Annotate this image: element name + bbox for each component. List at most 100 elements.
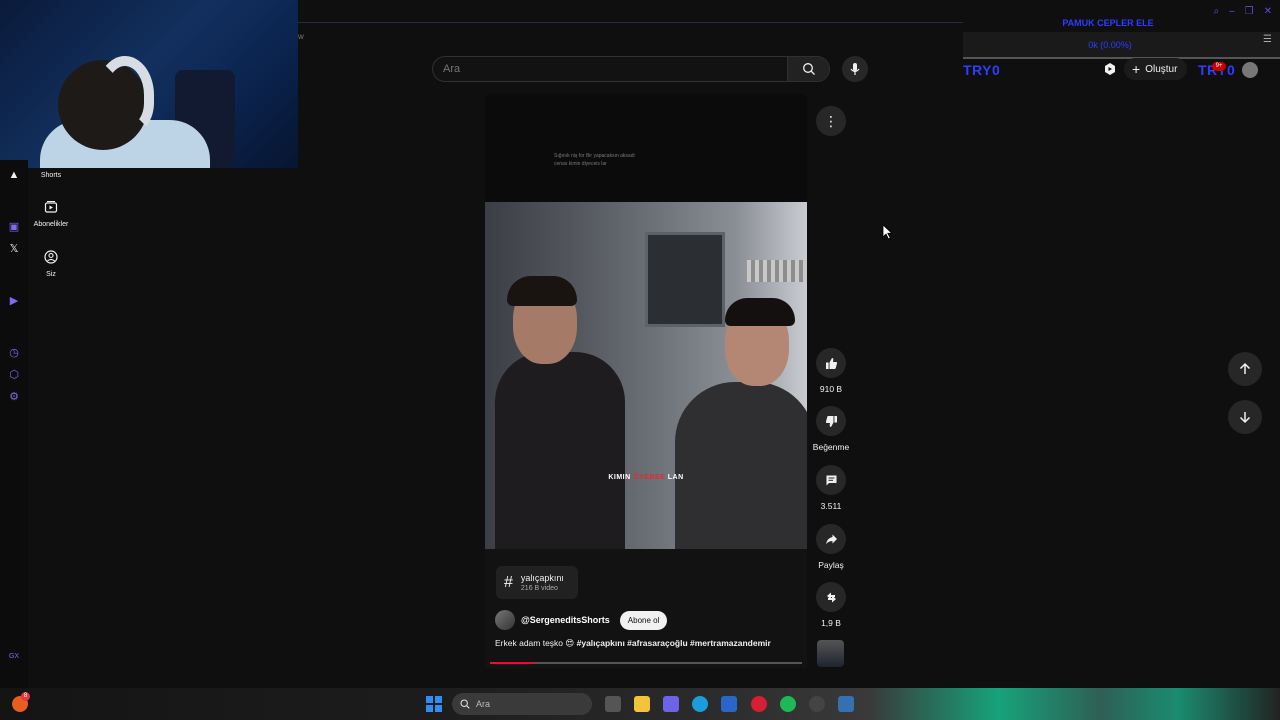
search-button[interactable]	[787, 57, 829, 81]
notification-badge: 9+	[1212, 62, 1226, 71]
screen: w ▲ ▣ 𝕏 ▶ ◷ ⬡ ⚙ GX Shorts Abonelikler Si…	[0, 0, 1280, 720]
create-button-label: Oluştur	[1145, 63, 1178, 75]
file-explorer-icon[interactable]	[634, 696, 650, 712]
overlay-text-post: LAN	[665, 474, 684, 481]
arrow-up-icon	[1239, 362, 1251, 374]
guide-item-label: Siz	[46, 271, 56, 278]
store-icon[interactable]	[721, 696, 737, 712]
guide-item-label: Shorts	[40, 172, 62, 179]
hashtag-video-count: 216 B video	[520, 585, 558, 592]
comment-count: 3.511	[820, 501, 842, 511]
short-player[interactable]: Sığınık niş for Bir yapacaksın aksadi ce…	[485, 94, 807, 668]
copilot-icon[interactable]	[663, 696, 679, 712]
headset-icon	[96, 56, 154, 134]
scene-person-left-hair	[507, 276, 577, 306]
scene-person-left	[495, 352, 625, 549]
subscriptions-icon	[44, 201, 58, 213]
guide-item-you[interactable]: Siz	[28, 250, 74, 278]
sound-thumbnail[interactable]	[817, 640, 844, 667]
create-shorts-icon[interactable]	[1102, 62, 1118, 81]
search-icon[interactable]: ⌕	[1213, 6, 1219, 17]
twitch-icon[interactable]: ▣	[7, 220, 21, 234]
gx-icon[interactable]: GX	[7, 650, 21, 664]
comments-action[interactable]: 3.511	[811, 465, 851, 511]
remix-action[interactable]: 1,9 B	[811, 582, 851, 628]
menu-icon[interactable]: ☰	[1263, 34, 1272, 45]
taskbar-search[interactable]: Ara	[452, 693, 592, 715]
remix-button[interactable]	[816, 582, 846, 612]
like-button[interactable]	[816, 348, 846, 378]
hashtag-chip[interactable]: # yalıçapkını 216 B video	[496, 566, 578, 599]
channel-avatar[interactable]	[495, 610, 515, 630]
microphone-icon	[850, 63, 860, 75]
you-icon	[44, 250, 58, 264]
dislike-action[interactable]: Beğenme	[811, 406, 851, 452]
next-short-button[interactable]	[1228, 400, 1262, 434]
dislike-label: Beğenme	[812, 442, 850, 452]
dislike-button[interactable]	[816, 406, 846, 436]
plus-icon: +	[1132, 61, 1141, 77]
start-button[interactable]	[426, 696, 442, 712]
overlay-text-pre: KIMIN	[608, 474, 634, 481]
task-view-icon[interactable]	[605, 696, 621, 712]
search-icon	[460, 699, 470, 709]
guide-item-shorts[interactable]: Shorts	[28, 170, 74, 179]
like-action[interactable]: 910 B	[811, 348, 851, 394]
edge-icon[interactable]	[692, 696, 708, 712]
shorts-create-icon	[1105, 63, 1115, 75]
search-input[interactable]	[433, 57, 787, 81]
subscribe-button[interactable]: Abone ol	[619, 610, 668, 630]
browser-sidebar: ▲ ▣ 𝕏 ▶ ◷ ⬡ ⚙ GX	[0, 160, 28, 690]
aria-icon[interactable]: ▲	[7, 168, 21, 182]
channel-name[interactable]: @SergeneditsShorts	[521, 615, 610, 625]
share-button[interactable]	[816, 524, 846, 554]
spotify-icon[interactable]	[780, 696, 796, 712]
minimize-icon[interactable]: –	[1229, 6, 1235, 17]
caption-line: cenas kimin diyeceis lar	[554, 161, 607, 167]
tray-notification-badge: 8	[21, 692, 30, 701]
taskbar-search-placeholder: Ara	[476, 699, 491, 709]
guide-item-label: Abonelikler	[33, 221, 69, 228]
share-label: Paylaş	[818, 560, 844, 570]
opera-gx-icon[interactable]	[751, 696, 767, 712]
stream-goal-progress: 0k (0.00%)	[1088, 40, 1132, 50]
remix-count: 1,9 B	[821, 618, 841, 628]
hashtag-name: yalıçapkını	[520, 573, 564, 583]
share-icon	[825, 534, 837, 544]
short-description[interactable]: Erkek adam teşko 😍 #yalıçapkını #afrasar…	[495, 638, 771, 649]
app-icon[interactable]	[838, 696, 854, 712]
caption-line: Sığınık niş for Bir yapacaksın aksadi	[554, 153, 635, 159]
hashtag-icon: #	[504, 573, 513, 591]
share-action[interactable]: Paylaş	[811, 524, 851, 570]
avatar[interactable]	[1242, 62, 1258, 78]
stream-goal-track	[963, 57, 1280, 59]
remix-icon	[826, 592, 836, 602]
play-icon[interactable]: ▶	[7, 294, 21, 308]
guide-item-subscriptions[interactable]: Abonelikler	[28, 200, 74, 228]
clock-icon[interactable]: ◷	[7, 346, 21, 360]
more-options-button[interactable]: ⋮	[816, 106, 846, 136]
webcam-overlay	[0, 0, 298, 168]
x-icon[interactable]: 𝕏	[7, 242, 21, 256]
search-bar	[432, 56, 830, 82]
create-button[interactable]: + Oluştur	[1124, 58, 1188, 80]
short-progress-bar[interactable]	[490, 662, 802, 664]
scene-roof	[747, 260, 807, 282]
puzzle-icon[interactable]: ⬡	[7, 368, 21, 382]
obs-icon[interactable]	[809, 696, 825, 712]
restore-icon[interactable]: ❐	[1245, 6, 1254, 17]
overlay-text-red: ÖYEBEE	[633, 474, 666, 481]
like-count: 910 B	[819, 384, 843, 394]
description-hashtags[interactable]: #yalıçapkını #afrasaraçoğlu #mertramazan…	[577, 638, 771, 648]
previous-short-button[interactable]	[1228, 352, 1262, 386]
window-controls: ⌕ – ❐ ✕	[1213, 6, 1272, 17]
thumbs-down-icon	[825, 415, 837, 427]
video-overlay-text: KIMIN ÖYEBEE LAN	[485, 474, 807, 481]
masthead-divider	[298, 22, 963, 23]
comment-icon	[826, 475, 836, 485]
comments-button[interactable]	[816, 465, 846, 495]
voice-search-button[interactable]	[842, 56, 868, 82]
settings-icon[interactable]: ⚙	[7, 390, 21, 404]
close-icon[interactable]: ✕	[1264, 6, 1272, 17]
short-caption: Sığınık niş for Bir yapacaksın aksadi ce…	[554, 152, 674, 168]
